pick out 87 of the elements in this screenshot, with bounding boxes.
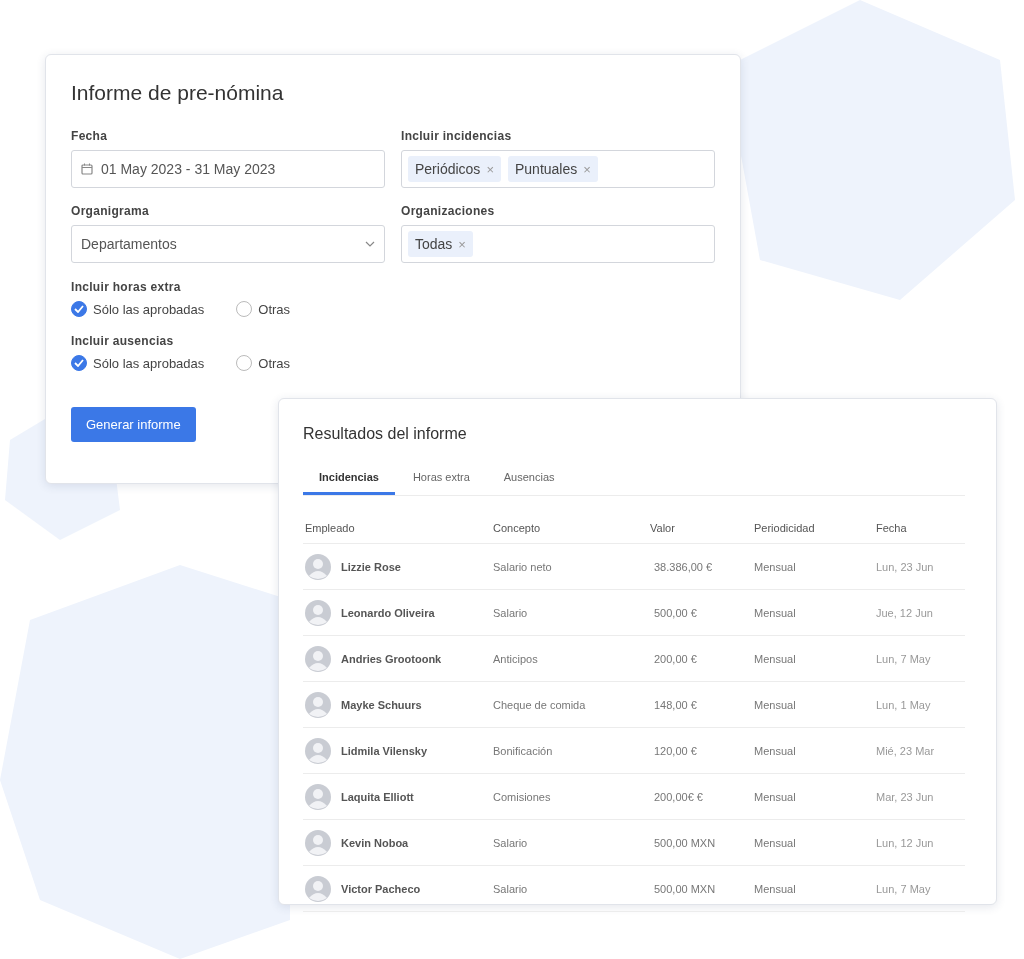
table-cell-text: Salario neto	[493, 560, 553, 573]
radio-option[interactable]: Sólo las aprobadas	[71, 355, 205, 371]
column-header: Empleado	[305, 522, 356, 534]
field-value: 01 May 2023 - 31 May 2023	[101, 161, 276, 177]
dropdown-field[interactable]: Departamentos	[71, 225, 385, 263]
table-cell-text: 500,00 €	[653, 606, 698, 619]
employee-name: Andries Grootoonk	[341, 652, 442, 665]
column-header: Periodicidad	[754, 522, 816, 534]
tag-label: Periódicos	[415, 161, 481, 177]
radio-checked-icon[interactable]	[71, 355, 87, 371]
chevron-down-icon	[365, 241, 375, 247]
checkmark-icon	[74, 359, 84, 367]
tab[interactable]: Incidencias	[303, 463, 395, 495]
table-cell-text: 500,00 MXN	[653, 836, 717, 849]
table-cell-text: Lun, 7 May	[876, 882, 932, 895]
option-label: Sólo las aprobadas	[93, 355, 205, 371]
table-cell-text: Mensual	[754, 652, 797, 665]
tag-input-field[interactable]: Todas ×	[401, 225, 715, 263]
table-cell-text: Bonificación	[493, 744, 554, 757]
tab[interactable]: Horas extra	[396, 463, 486, 495]
table-cell-text: Mensual	[754, 606, 797, 619]
employee-name: Victor Pacheco	[341, 882, 421, 895]
table-cell-text: Lun, 7 May	[876, 652, 932, 665]
employee-name: Kevin Noboa	[341, 836, 409, 849]
avatar-icon	[305, 599, 331, 626]
column-header: Valor	[650, 522, 676, 534]
field-label: Organizaciones	[401, 204, 496, 218]
form-title: Informe de pre-nómina	[71, 81, 285, 105]
table-cell-text: 200,00 €	[653, 652, 698, 665]
table-cell-text: 38.386,00 €	[653, 560, 714, 573]
employee-name: Lizzie Rose	[341, 560, 401, 573]
column-header: Fecha	[876, 522, 908, 534]
option-label: Otras	[258, 301, 291, 317]
tag-label: Puntuales	[514, 161, 578, 177]
table-cell-text: Mensual	[754, 836, 797, 849]
table-cell-text: Salario	[493, 606, 529, 619]
radio-checked-icon[interactable]	[71, 301, 87, 317]
group-label: Incluir horas extra	[71, 280, 182, 294]
table-cell-text: Salario	[493, 836, 529, 849]
avatar-icon	[305, 553, 331, 580]
table-cell-text: Lun, 1 May	[876, 698, 932, 711]
table-cell-text: Mié, 23 Mar	[876, 744, 936, 757]
field-value: Departamentos	[81, 236, 178, 252]
table-cell-text: Jue, 12 Jun	[876, 606, 934, 619]
calendar-icon	[81, 163, 93, 175]
radio-option[interactable]: Otras	[236, 355, 291, 371]
results-title: Resultados del informe	[303, 425, 468, 443]
table-cell-text: Mensual	[754, 744, 797, 757]
avatar-icon	[305, 875, 331, 902]
field-label: Fecha	[71, 129, 109, 143]
table-cell-text: Lun, 12 Jun	[876, 836, 935, 849]
table-cell-text: Lun, 23 Jun	[876, 560, 935, 573]
avatar-icon	[305, 737, 331, 764]
tab[interactable]: Ausencias	[487, 463, 571, 495]
avatar-icon	[305, 783, 331, 810]
table-cell-text: 148,00 €	[653, 698, 698, 711]
table-cell-text: Cheque de comida	[493, 698, 587, 711]
table-cell-text: Mensual	[754, 560, 797, 573]
table-cell-text: Mar, 23 Jun	[876, 790, 935, 803]
radio-option[interactable]: Otras	[236, 301, 291, 317]
avatar-icon	[305, 691, 331, 718]
radio-option[interactable]: Sólo las aprobadas	[71, 301, 205, 317]
table-cell-text: Comisiones	[493, 790, 552, 803]
table-cell-text: Mensual	[754, 790, 797, 803]
date-field[interactable]: 01 May 2023 - 31 May 2023	[71, 150, 385, 188]
field-label: Incluir incidencias	[401, 129, 513, 143]
option-label: Sólo las aprobadas	[93, 301, 205, 317]
table-cell-text: 200,00€ €	[653, 790, 704, 803]
employee-name: Laquita Elliott	[341, 790, 414, 803]
avatar-icon	[305, 645, 331, 672]
table-cell-text: Mensual	[754, 698, 797, 711]
table-cell-text: 500,00 MXN	[653, 882, 717, 895]
generate-report-button[interactable]: Generar informe	[71, 407, 196, 442]
option-label: Otras	[258, 355, 291, 371]
avatar-icon	[305, 829, 331, 856]
employee-name: Mayke Schuurs	[341, 698, 422, 711]
employee-name: Leonardo Oliveira	[341, 606, 435, 619]
column-header: Concepto	[493, 522, 542, 534]
table-cell-text: Salario	[493, 882, 529, 895]
tag-label: Todas	[415, 236, 453, 252]
table-cell-text: Anticipos	[493, 652, 539, 665]
field-label: Organigrama	[71, 204, 150, 218]
table-cell-text: 120,00 €	[653, 744, 698, 757]
group-label: Incluir ausencias	[71, 334, 175, 348]
checkmark-icon	[74, 305, 84, 313]
table-cell-text: Mensual	[754, 882, 797, 895]
employee-name: Lidmila Vilensky	[341, 744, 427, 757]
